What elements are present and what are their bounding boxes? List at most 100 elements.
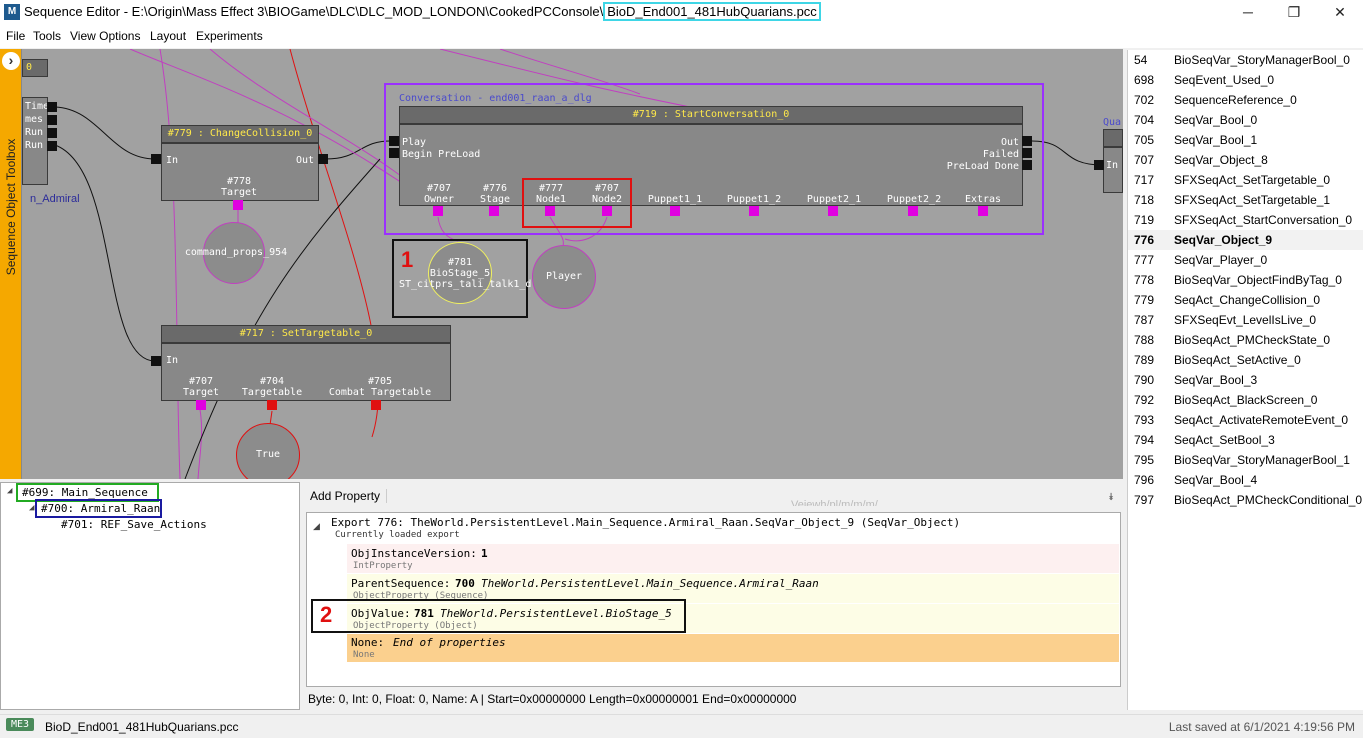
command-props-variable[interactable]: command_props_954 — [185, 222, 287, 284]
change-collision-title[interactable]: #779 : ChangeCollision_0 — [161, 125, 319, 143]
right-node-title[interactable] — [1103, 129, 1123, 147]
var-port[interactable] — [433, 206, 443, 216]
export-list-item[interactable]: 776 SeqVar_Object_9 — [1128, 230, 1363, 250]
var-port[interactable] — [978, 206, 988, 216]
left-node-port-label: Time — [25, 101, 50, 112]
export-list-item[interactable]: 777 SeqVar_Player_0 — [1128, 250, 1363, 270]
output-port[interactable] — [47, 141, 57, 151]
set-targetable-body[interactable]: In #707 Target #704 Targetable #705 Comb… — [161, 343, 451, 401]
export-list-item[interactable]: 702 SequenceReference_0 — [1128, 90, 1363, 110]
start-conversation-title[interactable]: #719 : StartConversation_0 — [399, 106, 1023, 124]
input-port[interactable] — [151, 356, 161, 366]
sequence-object-toolbox[interactable]: › Sequence Object Toolbox — [0, 49, 22, 479]
export-list-item[interactable]: 718 SFXSeqAct_SetTargetable_1 — [1128, 190, 1363, 210]
menu-layout[interactable]: Layout — [150, 29, 186, 43]
menu-tools[interactable]: Tools — [33, 29, 61, 43]
export-list-item[interactable]: 778 BioSeqVar_ObjectFindByTag_0 — [1128, 270, 1363, 290]
var-port[interactable] — [233, 200, 243, 210]
true-variable[interactable]: True — [236, 423, 300, 479]
player-variable[interactable]: Player — [532, 245, 596, 309]
export-list-item[interactable]: 792 BioSeqAct_BlackScreen_0 — [1128, 390, 1363, 410]
export-list-item[interactable]: 795 BioSeqVar_StoryManagerBool_1 — [1128, 450, 1363, 470]
tree-item-armiral-raan[interactable]: #700: Armiral_Raan — [41, 502, 160, 515]
var-port[interactable] — [908, 206, 918, 216]
export-list-item[interactable]: 787 SFXSeqEvt_LevelIsLive_0 — [1128, 310, 1363, 330]
menu-view-options[interactable]: View Options — [70, 29, 140, 43]
output-port[interactable] — [1022, 148, 1032, 158]
export-index: 698 — [1134, 73, 1155, 87]
export-list-item[interactable]: 796 SeqVar_Bool_4 — [1128, 470, 1363, 490]
var-port[interactable] — [267, 400, 277, 410]
export-list-item[interactable]: 705 SeqVar_Bool_1 — [1128, 130, 1363, 150]
export-list-item[interactable]: 779 SeqAct_ChangeCollision_0 — [1128, 290, 1363, 310]
export-index: 719 — [1134, 213, 1155, 227]
export-name: SequenceReference_0 — [1174, 93, 1297, 107]
export-list-item[interactable]: 698 SeqEvent_Used_0 — [1128, 70, 1363, 90]
export-list-item[interactable]: 789 BioSeqAct_SetActive_0 — [1128, 350, 1363, 370]
output-port[interactable] — [47, 102, 57, 112]
export-list-item[interactable]: 707 SeqVar_Object_8 — [1128, 150, 1363, 170]
export-list-item[interactable]: 794 SeqAct_SetBool_3 — [1128, 430, 1363, 450]
var-port[interactable] — [749, 206, 759, 216]
title-bar: M Sequence Editor - E:\Origin\Mass Effec… — [0, 0, 1363, 26]
collapse-icon[interactable]: ◢ — [313, 521, 320, 532]
biostage-variable[interactable]: #781 BioStage_5 ST_citprs_tali_talk1_d — [399, 242, 531, 304]
input-port[interactable] — [151, 154, 161, 164]
export-list-item[interactable]: 788 BioSeqAct_PMCheckState_0 — [1128, 330, 1363, 350]
export-name: BioSeqAct_PMCheckState_0 — [1174, 333, 1331, 347]
var-port[interactable] — [670, 206, 680, 216]
output-port[interactable] — [318, 154, 328, 164]
close-button[interactable]: ✕ — [1317, 0, 1363, 24]
toolbar-overflow-icon[interactable]: ⯯ — [1108, 492, 1114, 503]
export-list-item[interactable]: 797 BioSeqAct_PMCheckConditional_0 — [1128, 490, 1363, 510]
toolbox-expand-icon[interactable]: › — [2, 52, 20, 70]
input-port[interactable] — [389, 136, 399, 146]
start-conversation-body[interactable]: Play Begin PreLoad Out Failed PreLoad Do… — [399, 124, 1023, 206]
output-port[interactable] — [1022, 160, 1032, 170]
tree-expand-icon[interactable]: ◢ — [29, 503, 34, 513]
property-row[interactable]: None: End of properties None — [347, 634, 1119, 662]
output-port[interactable] — [47, 128, 57, 138]
left-node-body[interactable]: Time mes Run Run — [22, 97, 50, 185]
export-list-item[interactable]: 719 SFXSeqAct_StartConversation_0 — [1128, 210, 1363, 230]
property-value: 700 — [455, 577, 475, 590]
add-property-button[interactable]: Add Property — [310, 489, 388, 503]
left-node-title[interactable]: 0 — [22, 59, 48, 77]
window-title: Sequence Editor - E:\Origin\Mass Effect … — [24, 2, 821, 21]
sequence-graph-canvas[interactable]: › Sequence Object Toolbox 0 Time mes Run… — [0, 49, 1123, 479]
input-port[interactable] — [1094, 160, 1104, 170]
export-list-item[interactable]: 704 SeqVar_Bool_0 — [1128, 110, 1363, 130]
export-subheader: Currently loaded export — [335, 530, 460, 540]
export-name: BioSeqVar_StoryManagerBool_1 — [1174, 453, 1350, 467]
export-list-item[interactable]: 54 BioSeqVar_StoryManagerBool_0 — [1128, 50, 1363, 70]
var-link-label: Puppet2_1 — [806, 194, 862, 205]
export-list[interactable]: 54 BioSeqVar_StoryManagerBool_0 698 SeqEven… — [1127, 50, 1363, 710]
right-node-body[interactable]: In — [1103, 147, 1123, 193]
properties-panel[interactable]: ◢ Export 776: TheWorld.PersistentLevel.M… — [306, 512, 1121, 687]
minimize-button[interactable]: ─ — [1225, 0, 1271, 24]
var-port[interactable] — [489, 206, 499, 216]
export-name: SeqEvent_Used_0 — [1174, 73, 1275, 87]
export-list-item[interactable]: 717 SFXSeqAct_SetTargetable_0 — [1128, 170, 1363, 190]
var-port[interactable] — [196, 400, 206, 410]
output-port[interactable] — [1022, 136, 1032, 146]
tree-item-ref-save-actions[interactable]: #701: REF_Save_Actions — [61, 518, 207, 531]
export-list-item[interactable]: 790 SeqVar_Bool_3 — [1128, 370, 1363, 390]
export-index: 797 — [1134, 493, 1155, 507]
var-port[interactable] — [828, 206, 838, 216]
export-index: 793 — [1134, 413, 1155, 427]
set-targetable-title[interactable]: #717 : SetTargetable_0 — [161, 325, 451, 343]
restore-button[interactable]: ❐ — [1271, 0, 1317, 24]
change-collision-body[interactable]: In Out #778 Target — [161, 143, 319, 201]
menu-file[interactable]: File — [6, 29, 25, 43]
property-row[interactable]: ObjInstanceVersion: 1 IntProperty — [347, 544, 1119, 573]
input-port[interactable] — [389, 148, 399, 158]
tree-item-main-sequence[interactable]: #699: Main_Sequence — [22, 486, 148, 499]
export-name: SeqVar_Bool_3 — [1174, 373, 1258, 387]
menu-experiments[interactable]: Experiments — [196, 29, 263, 43]
var-port[interactable] — [371, 400, 381, 410]
output-port[interactable] — [47, 115, 57, 125]
tree-expand-icon[interactable]: ◢ — [7, 486, 12, 496]
sequence-tree[interactable]: ◢ #699: Main_Sequence ◢ #700: Armiral_Ra… — [0, 482, 300, 710]
export-list-item[interactable]: 793 SeqAct_ActivateRemoteEvent_0 — [1128, 410, 1363, 430]
